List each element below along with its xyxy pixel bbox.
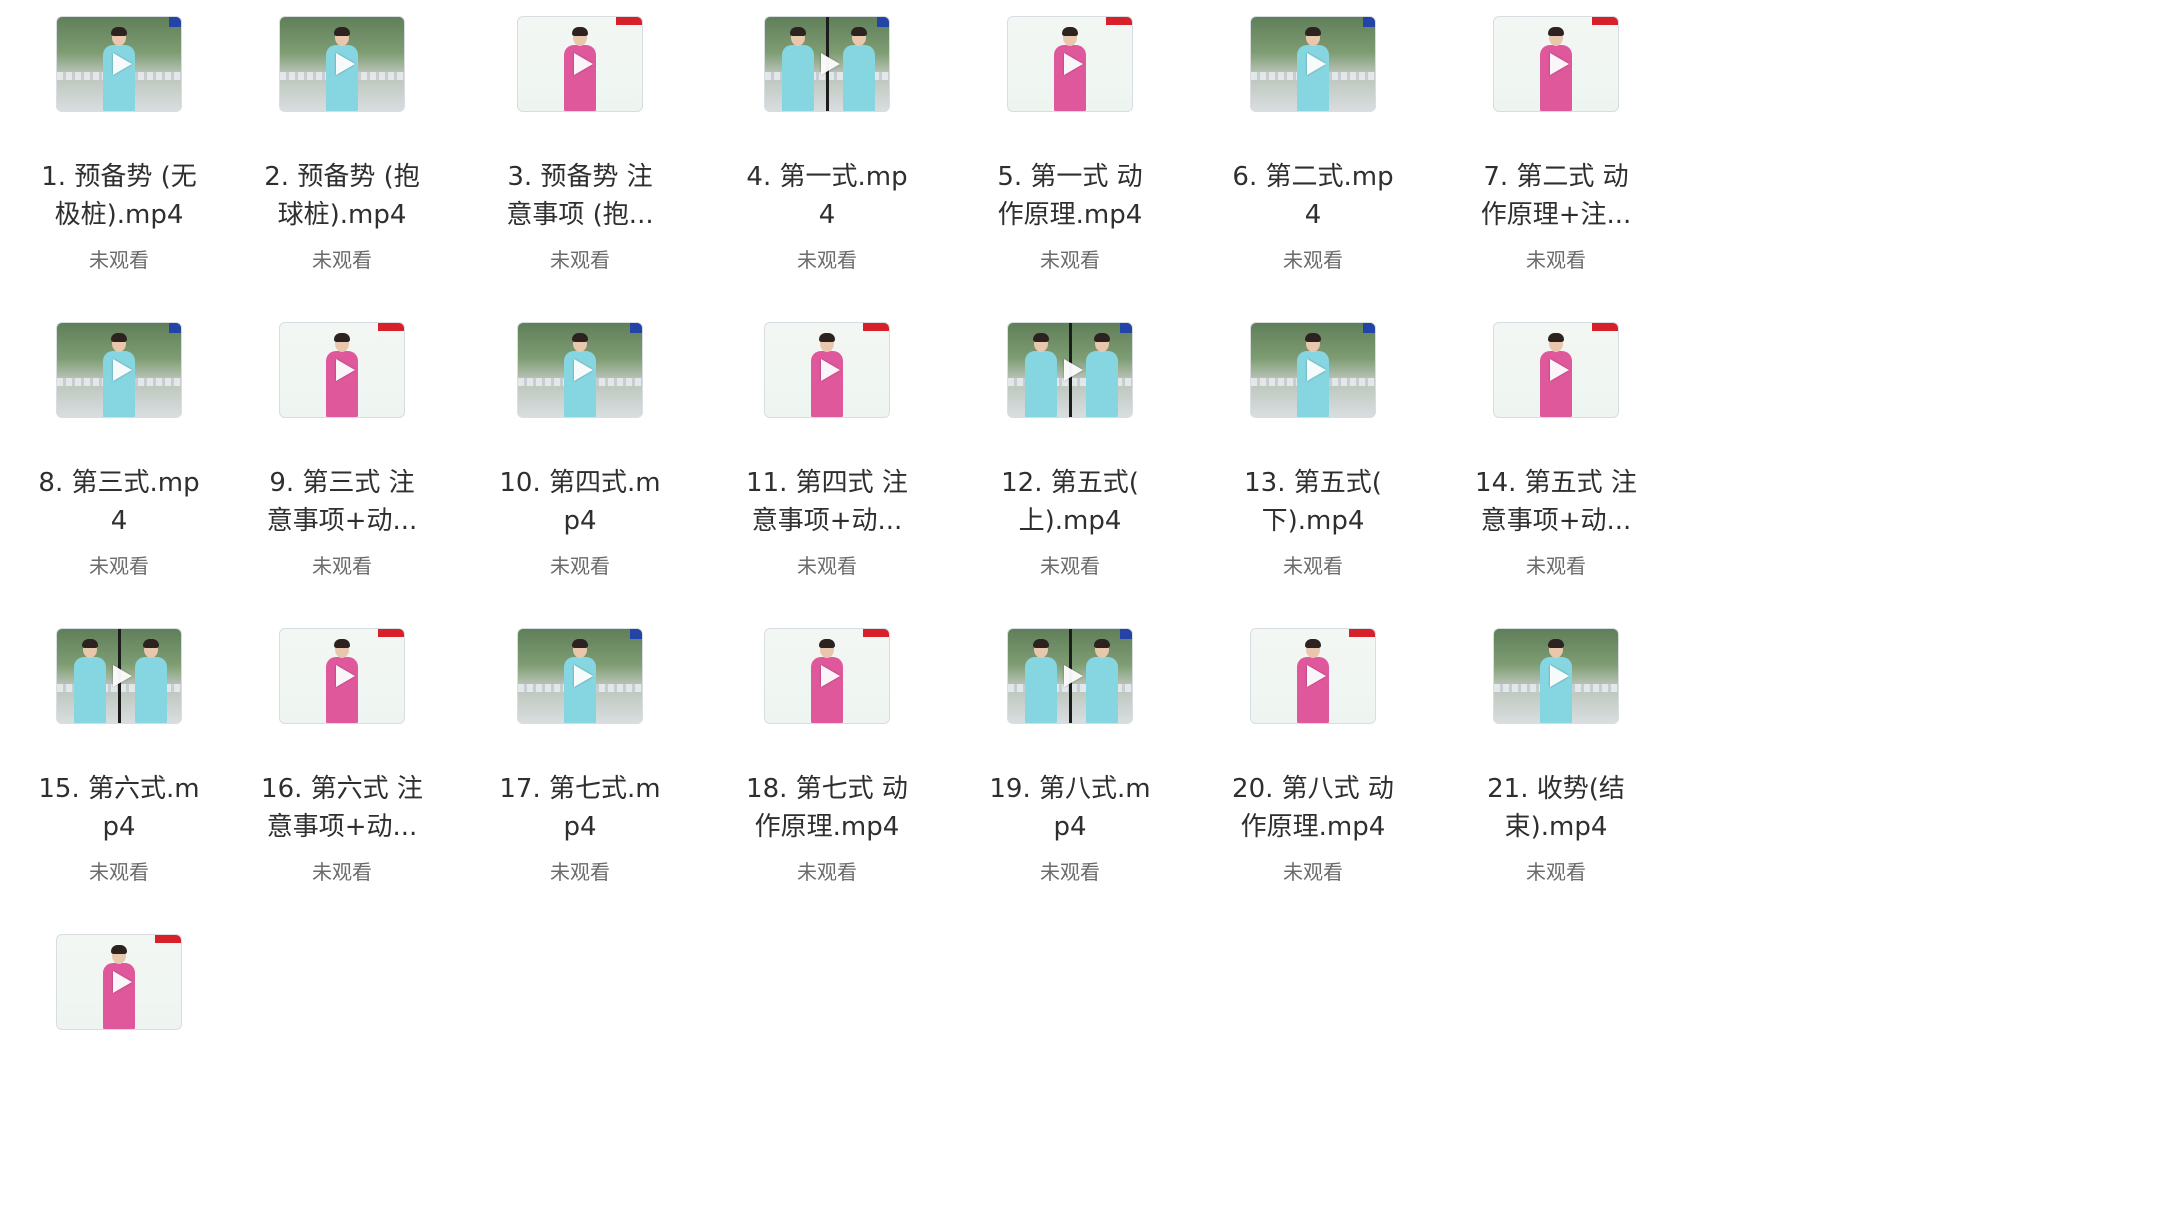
video-title-line: 7. 第二式 动	[1483, 162, 1629, 192]
video-thumbnail[interactable]	[1493, 16, 1619, 112]
video-thumbnail[interactable]	[1250, 628, 1376, 724]
video-thumbnail[interactable]	[1007, 16, 1133, 112]
person-figure	[1084, 333, 1120, 417]
play-icon[interactable]	[821, 53, 840, 75]
video-title-line: 21. 收势(结	[1487, 774, 1625, 804]
play-icon[interactable]	[113, 971, 132, 993]
play-icon[interactable]	[1064, 53, 1083, 75]
video-thumbnail[interactable]	[1493, 322, 1619, 418]
video-thumbnail[interactable]	[279, 628, 405, 724]
play-icon[interactable]	[1064, 359, 1083, 381]
person-figure	[1084, 639, 1120, 723]
play-icon[interactable]	[821, 665, 840, 687]
corner-badge	[1592, 17, 1618, 25]
video-thumbnail[interactable]	[1493, 628, 1619, 724]
play-icon[interactable]	[113, 359, 132, 381]
person-figure	[72, 639, 108, 723]
video-title-line: 束).mp4	[1504, 812, 1608, 842]
video-thumbnail[interactable]	[517, 16, 643, 112]
video-thumbnail[interactable]	[56, 322, 182, 418]
video-thumbnail[interactable]	[56, 16, 182, 112]
video-thumbnail[interactable]	[764, 16, 890, 112]
play-icon[interactable]	[113, 665, 132, 687]
video-thumbnail[interactable]	[517, 322, 643, 418]
corner-badge	[630, 323, 642, 333]
play-icon[interactable]	[1550, 53, 1569, 75]
video-thumbnail[interactable]	[1007, 322, 1133, 418]
play-icon[interactable]	[1307, 53, 1326, 75]
video-thumbnail[interactable]	[764, 322, 890, 418]
video-tile[interactable]	[0, 918, 289, 1218]
corner-badge	[378, 629, 404, 637]
play-icon[interactable]	[1064, 665, 1083, 687]
corner-badge	[378, 323, 404, 331]
video-thumbnail[interactable]	[1007, 628, 1133, 724]
play-icon[interactable]	[574, 53, 593, 75]
corner-badge	[1106, 17, 1132, 25]
play-icon[interactable]	[336, 665, 355, 687]
video-tile[interactable]: 14. 第五式 注意事项+动... 未观看	[1386, 306, 1726, 606]
corner-badge	[1363, 17, 1375, 27]
video-thumbnail[interactable]	[279, 16, 405, 112]
video-thumbnail[interactable]	[279, 322, 405, 418]
play-icon[interactable]	[113, 53, 132, 75]
watch-status: 未观看	[1526, 248, 1586, 272]
play-icon[interactable]	[336, 359, 355, 381]
corner-badge	[1120, 629, 1132, 639]
video-title[interactable]: 21. 收势(结 束).mp4	[1386, 770, 1726, 846]
corner-badge	[1120, 323, 1132, 333]
watch-status: 未观看	[1526, 554, 1586, 578]
video-thumbnail[interactable]	[1250, 322, 1376, 418]
person-figure	[133, 639, 169, 723]
corner-badge	[1349, 629, 1375, 637]
play-icon[interactable]	[1550, 359, 1569, 381]
video-thumbnail[interactable]	[56, 934, 182, 1030]
video-title[interactable]: 14. 第五式 注意事项+动...	[1386, 464, 1726, 540]
corner-badge	[1592, 323, 1618, 331]
play-icon[interactable]	[336, 53, 355, 75]
video-thumbnail[interactable]	[517, 628, 643, 724]
play-icon[interactable]	[574, 665, 593, 687]
video-title[interactable]: 7. 第二式 动作原理+注...	[1386, 158, 1726, 234]
play-icon[interactable]	[1307, 665, 1326, 687]
person-figure	[841, 27, 877, 111]
person-figure	[1023, 639, 1059, 723]
play-icon[interactable]	[821, 359, 840, 381]
corner-badge	[863, 323, 889, 331]
video-title-line: 意事项+动...	[1480, 506, 1632, 536]
video-thumbnail[interactable]	[764, 628, 890, 724]
video-thumbnail[interactable]	[56, 628, 182, 724]
play-icon[interactable]	[1550, 665, 1569, 687]
person-figure	[1023, 333, 1059, 417]
watch-status: 未观看	[1526, 860, 1586, 884]
video-title-line: 作原理+注...	[1480, 200, 1632, 230]
play-icon[interactable]	[574, 359, 593, 381]
corner-badge	[1363, 323, 1375, 333]
video-grid: 1. 预备势 (无 极桩).mp4 未观看 2. 预备势 (抱 球桩).mp4 未观看 3.…	[0, 0, 2184, 1030]
video-tile[interactable]: 7. 第二式 动作原理+注... 未观看	[1386, 0, 1726, 300]
person-figure	[780, 27, 816, 111]
corner-badge	[877, 17, 889, 27]
corner-badge	[630, 629, 642, 639]
corner-badge	[155, 935, 181, 943]
play-icon[interactable]	[1307, 359, 1326, 381]
video-thumbnail[interactable]	[1250, 16, 1376, 112]
video-tile[interactable]: 21. 收势(结 束).mp4 未观看	[1386, 612, 1726, 912]
corner-badge	[863, 629, 889, 637]
video-title-line: 14. 第五式 注	[1475, 468, 1637, 498]
corner-badge	[616, 17, 642, 25]
